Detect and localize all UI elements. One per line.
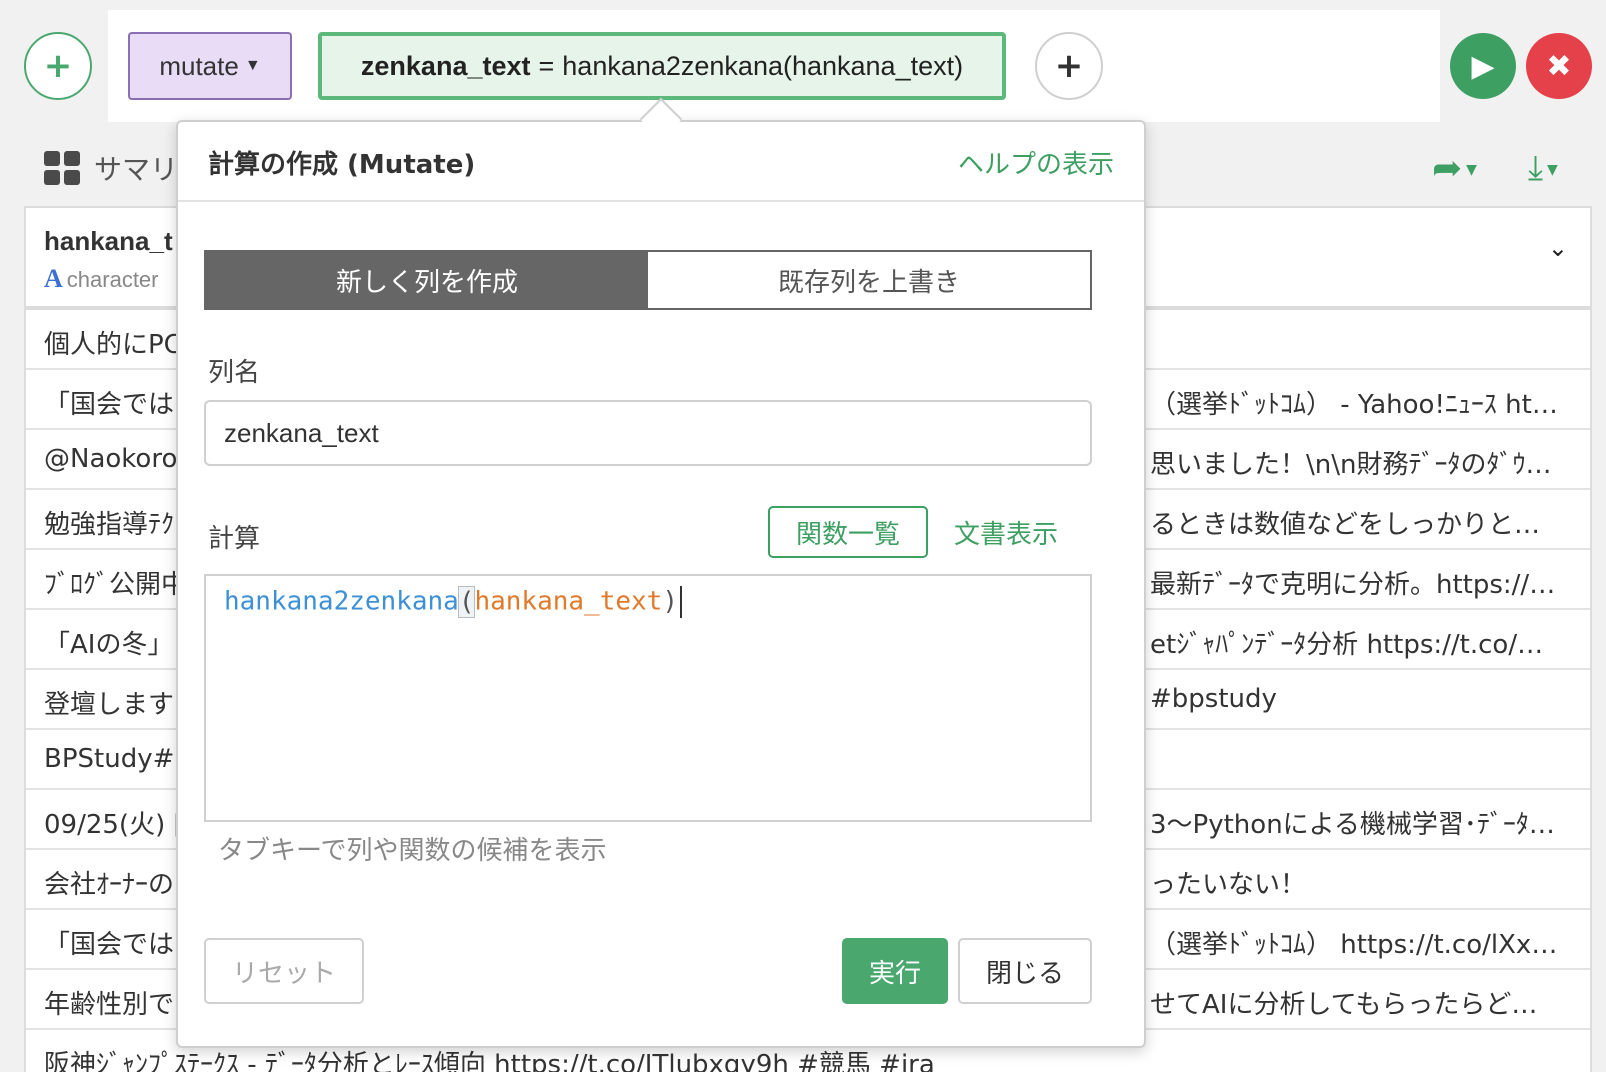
cell-left: @Naokoro_ — [44, 444, 191, 474]
column-type-label: character — [66, 267, 159, 292]
cell-right: etｼﾞｬﾊﾟﾝﾃﾞｰﾀ分析 https://t.co/… — [1150, 630, 1544, 660]
close-icon: ✖ — [1546, 48, 1572, 84]
dialog-header: 計算の作成 (Mutate) ヘルプの表示 — [178, 122, 1144, 202]
dialog-title: 計算の作成 (Mutate) — [208, 150, 476, 180]
command-dropdown[interactable]: mutate ▼ — [128, 32, 292, 100]
cell-left: 登壇します — [44, 690, 175, 720]
calculation-label: 計算 — [208, 524, 261, 554]
add-after-button[interactable]: + — [1035, 32, 1103, 100]
document-link[interactable]: 文書表示 — [954, 514, 1058, 551]
code-close-paren: ) — [662, 586, 678, 617]
expression-target: zenkana_text — [360, 50, 531, 81]
code-function: hankana2zenkana — [224, 586, 459, 617]
text-cursor — [679, 586, 682, 618]
run-dialog-button[interactable]: 実行 — [842, 938, 948, 1004]
mode-toggle: 新しく列を作成 既存列を上書き — [204, 250, 1092, 310]
play-icon: ▶ — [1471, 48, 1495, 84]
reset-button[interactable]: リセット — [204, 938, 364, 1004]
column-name-label: 列名 — [208, 358, 261, 388]
caret-down-icon: ▼ — [1466, 162, 1477, 178]
help-link[interactable]: ヘルプの表示 — [958, 144, 1114, 181]
cell-right: 3〜Pythonによる機械学習･ﾃﾞｰﾀ… — [1150, 810, 1555, 840]
plus-icon: + — [43, 46, 73, 86]
share-button[interactable]: ➦ ▼ — [1432, 148, 1477, 189]
cell-left: 「国会では” — [44, 930, 188, 960]
share-icon: ➦ — [1432, 148, 1463, 189]
expression-equals: = — [538, 50, 555, 81]
column-name-input[interactable]: zenkana_text — [204, 400, 1092, 466]
expression-body: hankana2zenkana(hankana_text) — [562, 50, 964, 81]
cell-left: BPStudy#1 — [44, 744, 191, 774]
code-argument: hankana_text — [474, 586, 663, 617]
cell-right: るときは数値などをしっかりと… — [1150, 510, 1541, 540]
code-open-paren: ( — [457, 585, 476, 618]
column-type: Acharacter — [44, 264, 159, 294]
cancel-button[interactable]: ✖ — [1526, 33, 1592, 99]
mutate-dialog: 計算の作成 (Mutate) ヘルプの表示 新しく列を作成 既存列を上書き 列名… — [176, 97, 1146, 1048]
grid-icon — [44, 151, 80, 185]
cell-right: #bpstudy — [1150, 684, 1277, 714]
cell-right: ったいない！ — [1150, 870, 1307, 900]
cell-left: 年齢性別で — [44, 990, 175, 1020]
calculation-editor[interactable]: hankana2zenkana(hankana_text) — [204, 574, 1092, 822]
mode-new-column[interactable]: 新しく列を作成 — [206, 252, 648, 308]
command-label: mutate — [159, 50, 239, 81]
cell-right: せてAIに分析してもらったらど… — [1150, 990, 1538, 1020]
caret-down-icon: ▼ — [244, 57, 261, 74]
column-name: hankana_t — [44, 226, 173, 256]
mode-overwrite-column[interactable]: 既存列を上書き — [648, 252, 1090, 308]
summary-tab[interactable]: サマリ — [44, 148, 178, 188]
chevron-down-icon[interactable]: ⌄ — [1548, 234, 1568, 262]
cell-left: 個人的にPC — [44, 330, 182, 360]
cell-right: （選挙ﾄﾞｯﾄｺﾑ） https://t.co/lXxn… — [1150, 930, 1562, 960]
editor-hint: タブキーで列や関数の候補を表示 — [218, 836, 607, 866]
cell-left: 勉強指導ﾃｸ — [44, 510, 175, 540]
cell-left: ﾌﾞﾛｸﾞ公開中 — [44, 570, 188, 600]
function-list-button[interactable]: 関数一覧 — [768, 506, 928, 558]
add-step-button[interactable]: + — [24, 32, 92, 100]
cell-left: 「国会では” — [44, 390, 188, 420]
cell-right: 思いました！\n\n財務ﾃﾞｰﾀのﾀﾞｳ… — [1150, 450, 1552, 480]
character-type-icon: A — [44, 264, 63, 293]
expression-pill[interactable]: zenkana_text = hankana2zenkana(hankana_t… — [318, 32, 1006, 100]
plus-icon: + — [1054, 46, 1084, 86]
caret-down-icon: ▼ — [1547, 161, 1558, 178]
summary-label: サマリ — [94, 153, 179, 186]
download-button[interactable]: ⤓ ▼ — [1528, 148, 1558, 188]
cell-left: 阪神ｼﾞｬﾝﾌﾟｽﾃｰｸｽ - ﾃﾞｰﾀ分析とﾚｰｽ傾向 https://t.c… — [44, 1050, 935, 1072]
cell-left: 会社ｵｰﾅｰの — [44, 870, 175, 900]
cell-right: 最新ﾃﾞｰﾀで克明に分析。https://… — [1150, 570, 1556, 600]
cell-right: （選挙ﾄﾞｯﾄｺﾑ） - Yahoo!ﾆｭｰｽ htt… — [1150, 390, 1562, 420]
download-icon: ⤓ — [1528, 148, 1544, 188]
close-dialog-button[interactable]: 閉じる — [958, 938, 1092, 1004]
run-button[interactable]: ▶ — [1450, 33, 1516, 99]
